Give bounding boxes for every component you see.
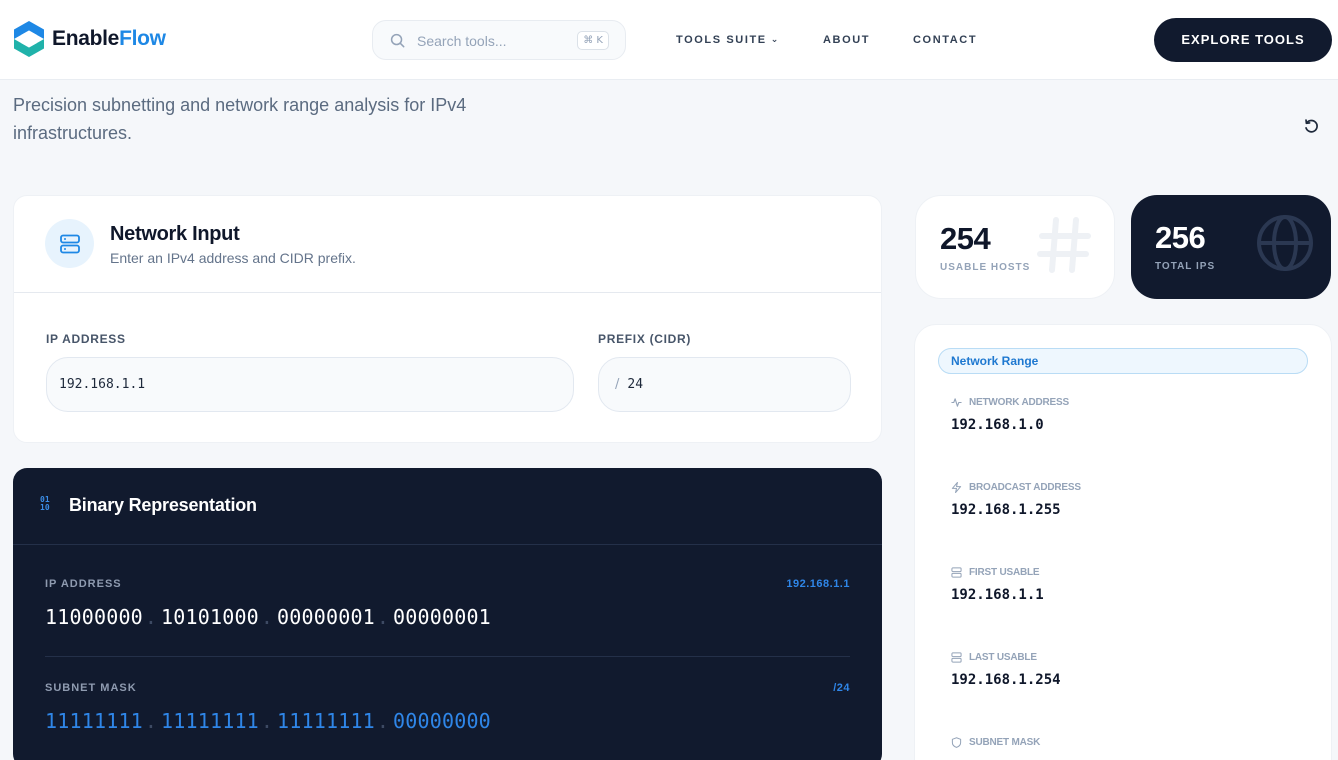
- binary-mask-tag: /24: [833, 682, 850, 694]
- octet-separator: .: [260, 605, 274, 629]
- usable-hosts-label: USABLE HOSTS: [940, 262, 1031, 273]
- range-value: 192.168.1.0: [951, 417, 1044, 433]
- shield-icon: [951, 737, 962, 748]
- prefix-label: PREFIX (CIDR): [598, 332, 692, 346]
- divider: [14, 292, 881, 293]
- hash-icon: [1037, 217, 1091, 273]
- mask-octet-2: 11111111: [161, 709, 259, 733]
- zap-icon: [951, 482, 962, 493]
- binary-ip-label: IP ADDRESS: [45, 578, 122, 590]
- range-label: NETWORK ADDRESS: [969, 397, 1069, 408]
- ip-octet-4: 00000001: [393, 605, 491, 629]
- explore-tools-button[interactable]: EXPLORE TOOLS: [1154, 18, 1332, 62]
- network-input-card: Network Input Enter an IPv4 address and …: [13, 195, 882, 443]
- ip-address-label: IP ADDRESS: [46, 332, 126, 346]
- reset-icon[interactable]: [1303, 118, 1320, 135]
- range-label: FIRST USABLE: [969, 567, 1040, 578]
- binary-ip-row: 11000000. 10101000. 00000001. 00000001: [45, 605, 491, 629]
- range-label: LAST USABLE: [969, 652, 1037, 663]
- network-range-pill: Network Range: [938, 348, 1308, 374]
- range-item-first-usable: FIRST USABLE 192.168.1.1: [951, 567, 1044, 603]
- octet-separator: .: [260, 709, 274, 733]
- binary-title: Binary Representation: [69, 495, 257, 515]
- divider: [13, 544, 882, 545]
- binary-representation-card: 01 10 Binary Representation IP ADDRESS 19…: [13, 468, 882, 760]
- nav-contact[interactable]: CONTACT: [913, 34, 977, 46]
- range-item-last-usable: LAST USABLE 192.168.1.254: [951, 652, 1061, 688]
- search-icon: [390, 33, 405, 48]
- usable-hosts-value: 254: [940, 221, 991, 256]
- search-shortcut-hint: ⌘ K: [577, 31, 609, 50]
- octet-separator: .: [376, 709, 390, 733]
- total-ips-card: 256 TOTAL IPS: [1131, 195, 1331, 299]
- prefix-slash: /: [615, 377, 620, 392]
- page-description: Precision subnetting and network range a…: [13, 95, 467, 143]
- range-value: 192.168.1.254: [951, 672, 1061, 688]
- ip-address-input[interactable]: 192.168.1.1: [46, 357, 574, 412]
- nav-tools-suite-label: TOOLS SUITE: [676, 34, 767, 46]
- range-item-network-address: NETWORK ADDRESS 192.168.1.0: [951, 397, 1069, 433]
- nav-tools-suite[interactable]: TOOLS SUITE ⌄: [676, 34, 780, 46]
- binary-mask-label: SUBNET MASK: [45, 682, 137, 694]
- usable-hosts-card: 254 USABLE HOSTS: [915, 195, 1115, 299]
- range-item-broadcast-address: BROADCAST ADDRESS 192.168.1.255: [951, 482, 1081, 518]
- top-header: EnableFlow Search tools... ⌘ K TOOLS SUI…: [0, 0, 1338, 80]
- server-icon: [951, 652, 962, 663]
- chevron-down-icon: ⌄: [770, 34, 780, 44]
- binary-ip-tag: 192.168.1.1: [786, 578, 850, 590]
- octet-separator: .: [376, 605, 390, 629]
- ip-octet-2: 10101000: [161, 605, 259, 629]
- search-box[interactable]: Search tools... ⌘ K: [372, 20, 626, 60]
- network-input-title: Network Input: [110, 223, 240, 245]
- brand-name: EnableFlow: [52, 27, 166, 50]
- network-range-card: Network Range NETWORK ADDRESS 192.168.1.…: [914, 324, 1332, 760]
- total-ips-label: TOTAL IPS: [1155, 261, 1216, 272]
- binary-mask-row: 11111111. 11111111. 11111111. 00000000: [45, 709, 491, 733]
- activity-icon: [951, 398, 962, 407]
- mask-octet-4: 00000000: [393, 709, 491, 733]
- total-ips-value: 256: [1155, 220, 1206, 255]
- range-value: 192.168.1.255: [951, 502, 1061, 518]
- octet-separator: .: [144, 605, 158, 629]
- prefix-input[interactable]: / 24: [598, 357, 851, 412]
- range-label: BROADCAST ADDRESS: [969, 482, 1081, 493]
- prefix-value: 24: [627, 377, 644, 392]
- range-item-subnet-mask: SUBNET MASK: [951, 737, 1040, 757]
- server-icon: [45, 219, 94, 268]
- range-label: SUBNET MASK: [969, 737, 1041, 748]
- nav-about[interactable]: ABOUT: [823, 34, 870, 46]
- globe-icon: [1257, 215, 1313, 271]
- range-value: 192.168.1.1: [951, 587, 1044, 603]
- brand-logo[interactable]: EnableFlow: [12, 20, 166, 58]
- search-input[interactable]: Search tools...: [417, 33, 507, 49]
- mask-octet-3: 11111111: [277, 709, 375, 733]
- ip-octet-1: 11000000: [45, 605, 143, 629]
- server-icon: [951, 567, 962, 578]
- octet-separator: .: [144, 709, 158, 733]
- logo-icon: [14, 21, 44, 57]
- network-input-subtitle: Enter an IPv4 address and CIDR prefix.: [110, 250, 356, 266]
- mask-octet-1: 11111111: [45, 709, 143, 733]
- ip-octet-3: 00000001: [277, 605, 375, 629]
- binary-icon: 01 10: [40, 495, 50, 512]
- divider: [45, 656, 850, 657]
